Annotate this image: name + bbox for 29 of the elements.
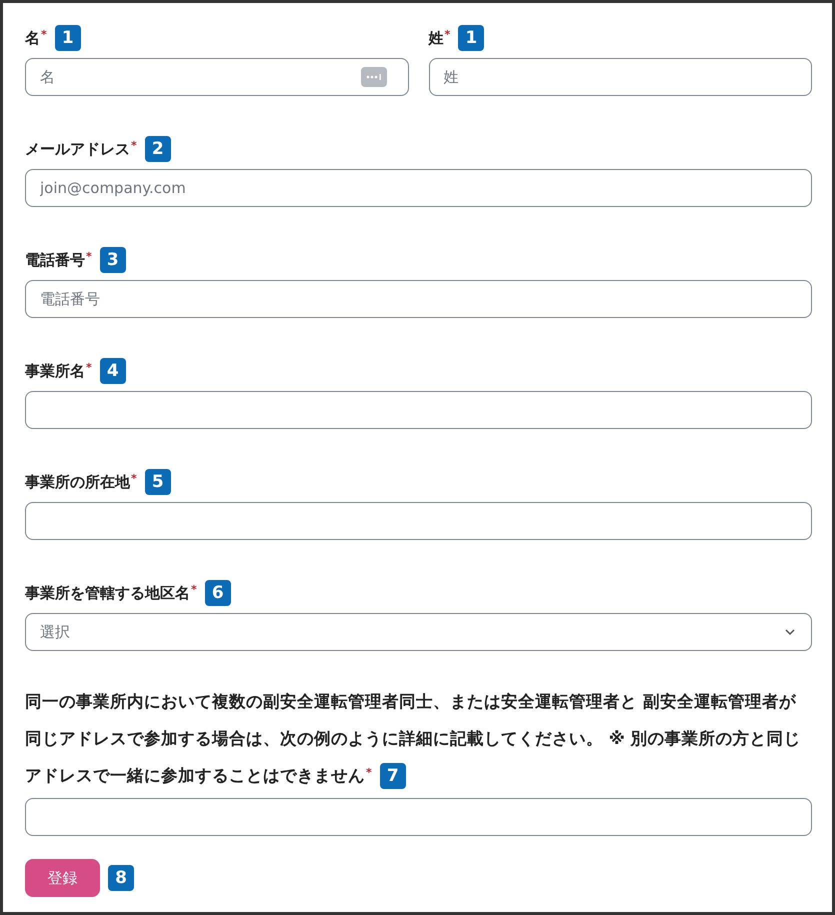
field-label: 電話番号$^{*}$ — [25, 250, 92, 270]
number-badge: 2 — [144, 136, 171, 162]
text-field[interactable] — [25, 502, 812, 540]
field-label: 同一の事業所内において複数の副安全運転管理者同士、または安全運転管理者と 副安全運転管理者が — [25, 690, 796, 712]
number-badge: 3 — [100, 247, 126, 273]
field-label: 事業所を管轄する地区名$^{*}$ — [25, 583, 197, 603]
number-badge: 5 — [144, 469, 171, 495]
submit-button[interactable]: 登録 — [25, 859, 100, 897]
text-field[interactable]: join@company.com — [25, 169, 812, 207]
field-label: 同じアドレスで参加する場合は、次の例のように詳細に記載してください。 ※ 別の事業所の方と同じ — [25, 728, 801, 750]
text-field[interactable] — [25, 798, 812, 836]
text-field[interactable] — [25, 391, 812, 429]
text-field[interactable]: 名 — [25, 58, 408, 96]
field-label: 事業所の所在地$^{*}$ — [25, 472, 137, 492]
field-label: メールアドレス$^{*}$ — [25, 139, 137, 159]
autofill-icon[interactable] — [360, 67, 386, 87]
number-badge: 8 — [108, 865, 134, 891]
field-label: アドレスで一緒に参加することはできません$^{*}$ — [25, 764, 372, 786]
number-badge: 1 — [458, 25, 484, 51]
field-label: 事業所名$^{*}$ — [25, 361, 92, 381]
number-badge: 4 — [100, 358, 126, 384]
field-label: 姓$^{*}$ — [428, 28, 450, 48]
number-badge: 6 — [204, 580, 231, 606]
number-badge: 1 — [54, 25, 81, 51]
field-label: 名$^{*}$ — [25, 28, 47, 48]
number-badge: 7 — [380, 762, 406, 788]
text-field[interactable]: 姓 — [428, 58, 812, 96]
text-field[interactable]: 電話番号 — [25, 280, 812, 318]
select-field[interactable]: 選択 — [25, 613, 812, 651]
